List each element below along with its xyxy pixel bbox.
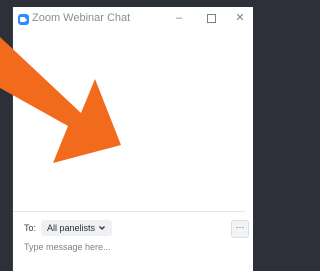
minimize-icon[interactable]: – [171, 10, 187, 26]
recipient-dropdown[interactable]: All panelists [41, 220, 113, 236]
chat-message-area [13, 31, 245, 211]
recipient-row: To: All panelists [24, 219, 113, 237]
maximize-icon[interactable] [203, 10, 219, 26]
composer-divider [13, 211, 245, 212]
window-title: Zoom Webinar Chat [32, 12, 131, 24]
to-label: To: [24, 223, 37, 233]
zoom-app-icon [18, 14, 29, 25]
chevron-down-icon [99, 226, 106, 230]
recipient-value: All panelists [47, 223, 96, 233]
chat-window: Zoom Webinar Chat – ✕ To: All panelists … [12, 7, 253, 271]
message-input[interactable] [24, 242, 224, 252]
close-icon[interactable]: ✕ [232, 10, 248, 26]
more-options-icon[interactable]: ··· [231, 220, 249, 238]
title-bar: Zoom Webinar Chat – ✕ [13, 7, 245, 31]
